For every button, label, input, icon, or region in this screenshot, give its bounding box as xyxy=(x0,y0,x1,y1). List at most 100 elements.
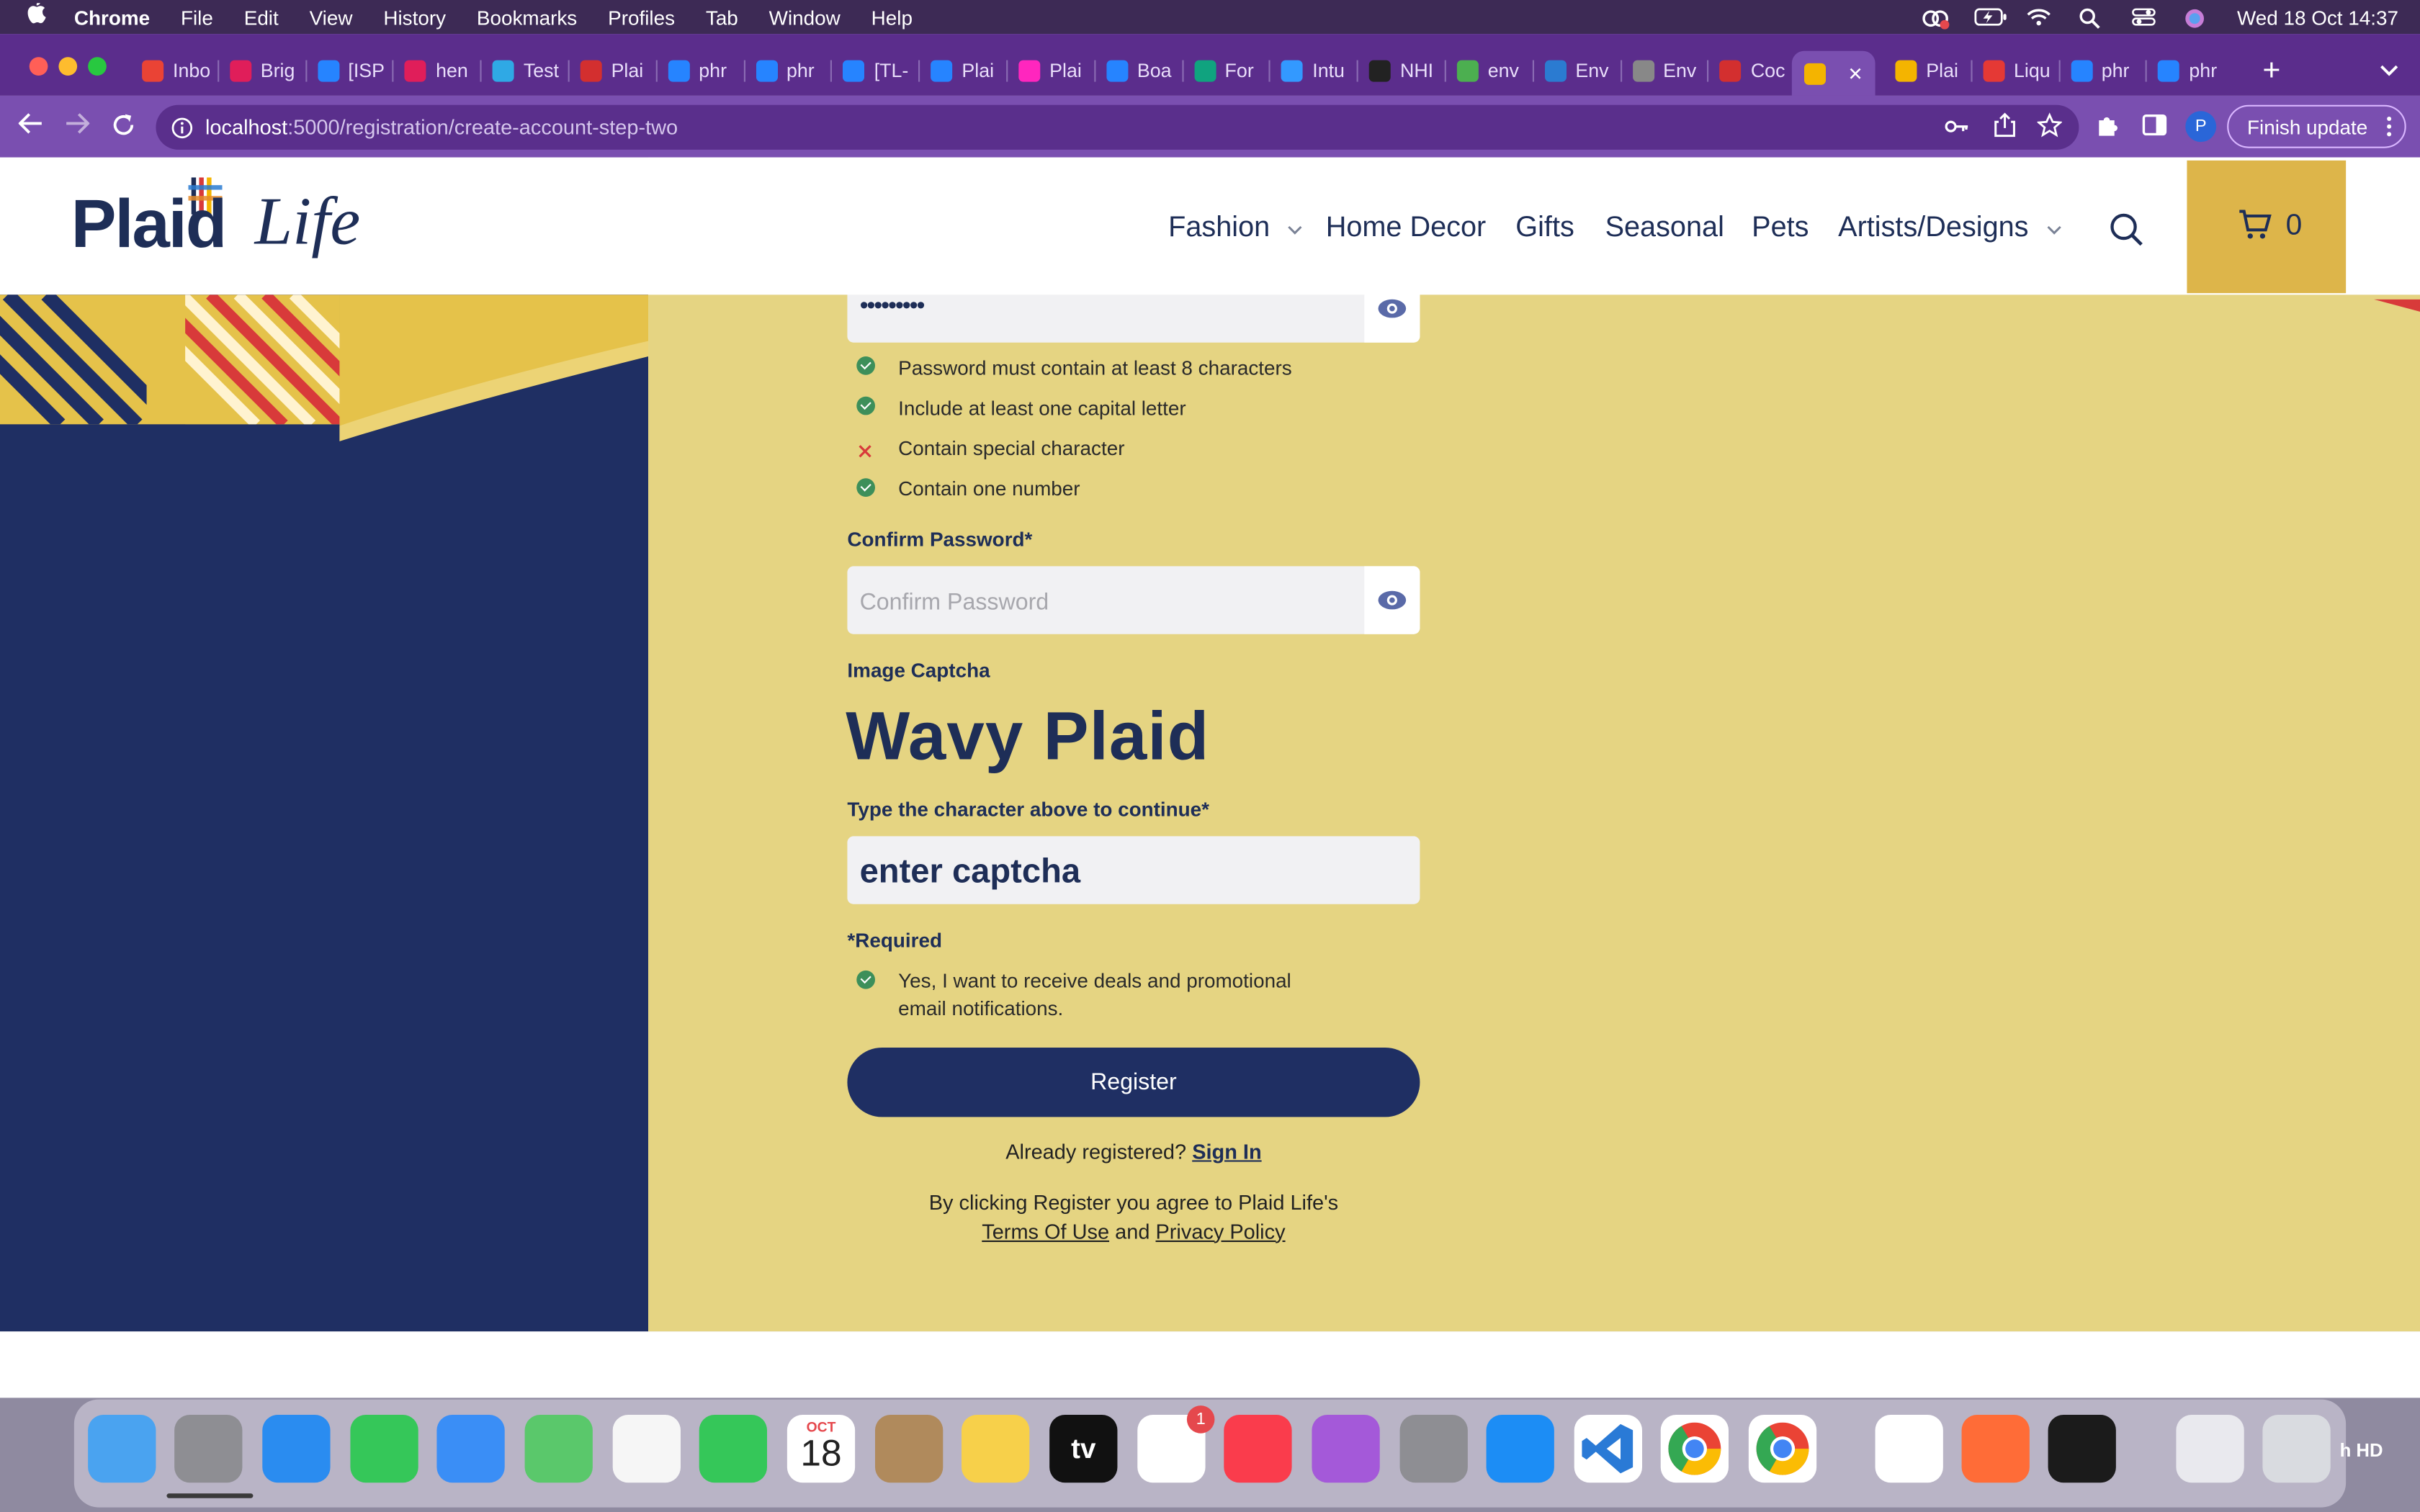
confirm-password-field[interactable]: Confirm Password xyxy=(847,566,1420,634)
menu-bookmarks[interactable]: Bookmarks xyxy=(477,6,577,29)
apple-tv-icon[interactable]: tv xyxy=(1049,1414,1118,1483)
bookmark-star-icon[interactable] xyxy=(2036,112,2063,145)
new-tab-icon[interactable]: + xyxy=(2262,54,2280,89)
menu-edit[interactable]: Edit xyxy=(244,6,279,29)
browser-tab[interactable]: phr xyxy=(662,51,736,91)
chrome-icon[interactable] xyxy=(1748,1414,1817,1483)
finish-update-button[interactable]: Finish update xyxy=(2227,104,2406,148)
browser-tab[interactable]: phr xyxy=(2064,51,2138,91)
system-settings-icon[interactable] xyxy=(1399,1414,1468,1483)
chrome-icon[interactable] xyxy=(1660,1414,1729,1483)
sign-in-link[interactable]: Sign In xyxy=(1192,1140,1261,1164)
menu-history[interactable]: History xyxy=(383,6,446,29)
browser-tab[interactable]: Plai xyxy=(1889,51,1963,91)
finder-icon[interactable] xyxy=(88,1414,156,1483)
share-icon[interactable] xyxy=(1994,112,2016,145)
spotlight-search-icon[interactable] xyxy=(2079,8,2104,29)
browser-tab[interactable]: For xyxy=(1188,51,1262,91)
side-panel-icon[interactable] xyxy=(2142,114,2167,144)
wifi-icon[interactable] xyxy=(2027,8,2052,27)
terms-of-use-link[interactable]: Terms Of Use xyxy=(982,1220,1109,1243)
browser-tab[interactable]: [TL- xyxy=(837,51,911,91)
browser-tab[interactable]: env xyxy=(1451,51,1525,91)
tab-active[interactable]: ✕ xyxy=(1792,50,1876,96)
apple-icon[interactable] xyxy=(27,0,50,31)
nav-pets[interactable]: Pets xyxy=(1752,210,1809,243)
menu-profiles[interactable]: Profiles xyxy=(608,6,675,29)
forward-icon[interactable] xyxy=(65,112,90,142)
menu-help[interactable]: Help xyxy=(871,6,913,29)
control-center-icon[interactable] xyxy=(2132,8,2156,27)
back-icon[interactable] xyxy=(18,112,43,142)
browser-tab[interactable]: Inbo xyxy=(136,51,210,91)
nav-gifts[interactable]: Gifts xyxy=(1515,210,1574,243)
menu-app-name[interactable]: Chrome xyxy=(74,6,150,29)
battery-icon[interactable] xyxy=(1975,8,2007,27)
extensions-puzzle-icon[interactable] xyxy=(2096,112,2120,145)
messages-icon[interactable] xyxy=(350,1414,418,1483)
contacts-icon[interactable] xyxy=(875,1414,944,1483)
podcasts-icon[interactable] xyxy=(1312,1414,1380,1483)
creative-cloud-icon[interactable] xyxy=(1922,8,1950,30)
browser-tab[interactable]: Brig xyxy=(223,51,297,91)
kebab-menu-icon[interactable] xyxy=(2386,116,2393,142)
menubar-clock[interactable]: Wed 18 Oct 14:37 xyxy=(2237,6,2398,29)
menu-view[interactable]: View xyxy=(310,6,353,29)
browser-tab[interactable]: Boa xyxy=(1100,51,1174,91)
browser-tab[interactable]: phr xyxy=(2152,51,2226,91)
browser-tab[interactable]: NHI xyxy=(1363,51,1438,91)
calendar-icon[interactable]: OCT 18 xyxy=(786,1414,856,1483)
browser-tab[interactable]: Liqu xyxy=(1977,51,2051,91)
captcha-input[interactable]: enter captcha xyxy=(847,836,1420,904)
window-minimize-button[interactable] xyxy=(58,57,78,76)
menu-tab[interactable]: Tab xyxy=(706,6,738,29)
browser-tab[interactable]: Coc xyxy=(1713,51,1788,91)
reload-icon[interactable] xyxy=(111,112,135,145)
trash-icon[interactable] xyxy=(2262,1414,2331,1483)
nav-home-decor[interactable]: Home Decor xyxy=(1326,210,1487,243)
postman-icon[interactable] xyxy=(1961,1414,2030,1483)
maps-icon[interactable] xyxy=(524,1414,593,1483)
browser-tab[interactable]: Test xyxy=(486,51,560,91)
window-zoom-button[interactable] xyxy=(88,57,107,76)
browser-tab[interactable]: phr xyxy=(750,51,824,91)
browser-tab[interactable]: Plai xyxy=(1013,51,1087,91)
show-confirm-password-toggle[interactable] xyxy=(1364,566,1420,634)
browser-tab[interactable]: Plai xyxy=(925,51,999,91)
privacy-policy-link[interactable]: Privacy Policy xyxy=(1155,1220,1285,1243)
launchpad-icon[interactable] xyxy=(174,1414,243,1483)
menu-window[interactable]: Window xyxy=(769,6,841,29)
nav-artists-designs[interactable]: Artists/Designs xyxy=(1838,210,2061,243)
terminal-icon[interactable] xyxy=(2048,1414,2116,1483)
photos-icon[interactable] xyxy=(612,1414,681,1483)
music-icon[interactable] xyxy=(1224,1414,1292,1483)
search-icon[interactable] xyxy=(2110,213,2143,255)
siri-icon[interactable] xyxy=(2184,8,2209,28)
window-close-button[interactable] xyxy=(29,57,48,76)
site-info-icon[interactable] xyxy=(171,117,193,138)
browser-tab[interactable]: Intu xyxy=(1276,51,1350,91)
vscode-icon[interactable] xyxy=(1574,1414,1642,1483)
profile-avatar[interactable]: P xyxy=(2185,111,2217,143)
facetime-icon[interactable] xyxy=(699,1414,767,1483)
documents-folder-icon[interactable] xyxy=(2176,1414,2244,1483)
nav-seasonal[interactable]: Seasonal xyxy=(1605,210,1724,243)
reminders-icon[interactable]: 1 xyxy=(1137,1405,1215,1483)
browser-tab[interactable]: Env xyxy=(1626,51,1700,91)
optin-checkbox[interactable] xyxy=(856,970,875,989)
browser-tab[interactable]: Plai xyxy=(574,51,648,91)
safari-icon[interactable] xyxy=(262,1414,331,1483)
browser-tab[interactable]: hen xyxy=(399,51,473,91)
menu-file[interactable]: File xyxy=(181,6,213,29)
notes-icon[interactable] xyxy=(962,1414,1030,1483)
close-tab-icon[interactable]: ✕ xyxy=(1847,63,1863,84)
browser-tab[interactable]: [ISP xyxy=(311,51,385,91)
password-key-icon[interactable] xyxy=(1945,116,1969,144)
cart-button[interactable]: 0 xyxy=(2187,160,2347,294)
mail-icon[interactable] xyxy=(436,1414,505,1483)
mongodb-compass-icon[interactable] xyxy=(1875,1414,1943,1483)
nav-fashion[interactable]: Fashion xyxy=(1168,210,1302,243)
register-button[interactable]: Register xyxy=(847,1048,1420,1117)
address-bar[interactable]: localhost:5000/registration/create-accou… xyxy=(156,104,2079,150)
tab-search-icon[interactable] xyxy=(2380,58,2398,86)
